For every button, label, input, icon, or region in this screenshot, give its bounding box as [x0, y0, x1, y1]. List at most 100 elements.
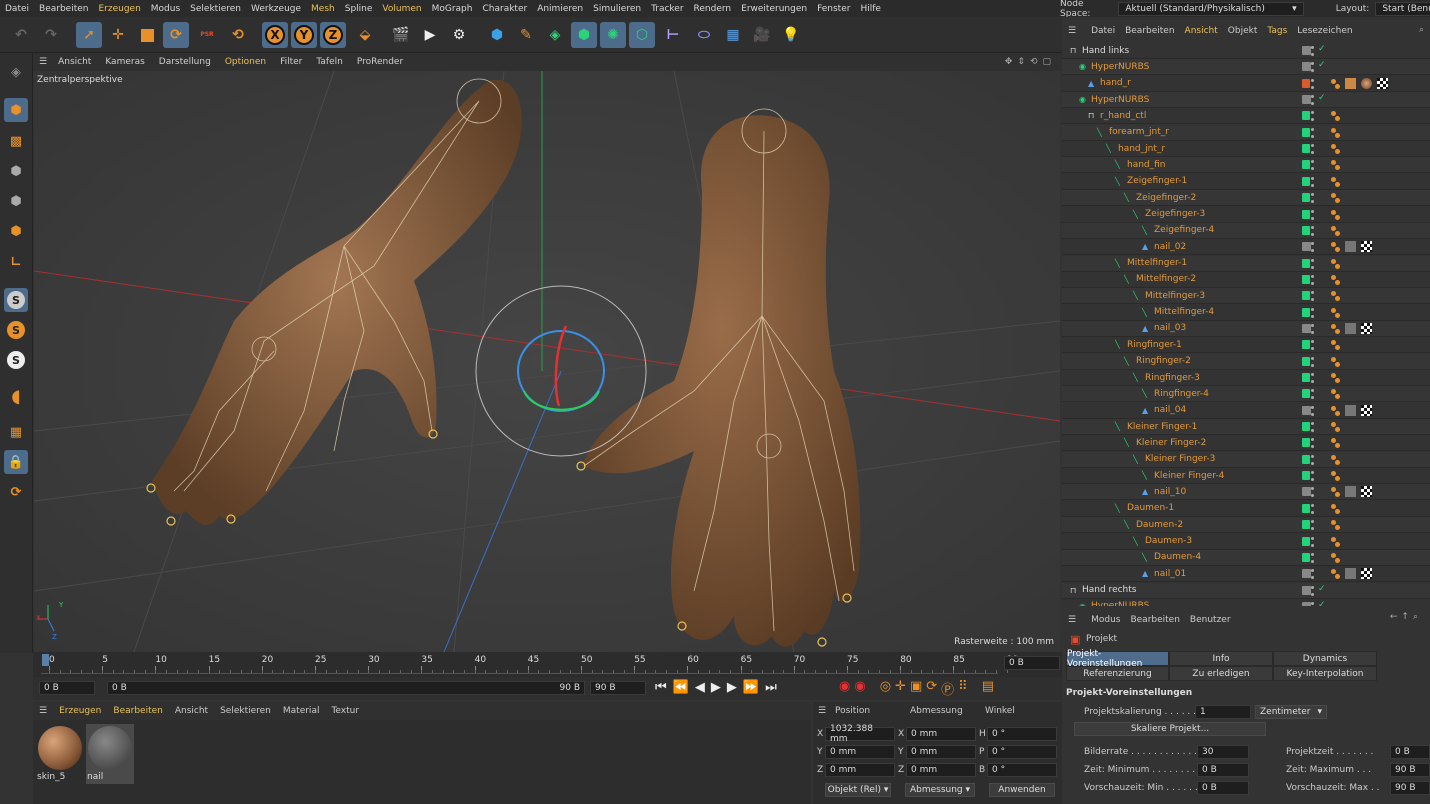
prev-key-icon[interactable]: ⏪ — [673, 680, 689, 695]
tag-dot-icon[interactable] — [1335, 181, 1340, 187]
visibility-dots-icon[interactable] — [1311, 258, 1314, 269]
rotate-tool-icon[interactable]: ⟳ — [163, 22, 189, 48]
tag-dot-icon[interactable] — [1335, 198, 1340, 204]
scale-tool-icon[interactable] — [134, 22, 160, 48]
keyframe-selection-icon[interactable]: ◎ — [880, 679, 891, 698]
preview-range-slider[interactable]: 0 B 90 B — [107, 681, 585, 695]
tag-dot-icon[interactable] — [1335, 410, 1340, 416]
viewport-menu-1[interactable]: Kameras — [98, 57, 151, 67]
object-row[interactable]: ╲ Mittelfinger-4 — [1062, 305, 1430, 321]
select-tool-icon[interactable]: ➚ — [76, 22, 102, 48]
snap-settings-icon[interactable]: S — [4, 318, 28, 342]
uvw-tag-icon[interactable] — [1361, 404, 1372, 416]
time-max-field[interactable]: 90 B — [1390, 763, 1430, 777]
fracture-icon[interactable]: ⬡ — [629, 22, 655, 48]
tag-dot-icon[interactable] — [1331, 454, 1336, 460]
menu-12[interactable]: Simulieren — [588, 4, 646, 14]
layer-color-swatch[interactable] — [1302, 307, 1310, 317]
prev-frame-icon[interactable]: ◀ — [695, 680, 705, 695]
attribute-nav-icons[interactable]: ←↑⌕ — [1390, 612, 1422, 622]
tag-dot-icon[interactable] — [1335, 459, 1340, 465]
tag-dot-icon[interactable] — [1331, 405, 1336, 411]
menu-11[interactable]: Animieren — [532, 4, 588, 14]
uvw-tag-icon[interactable] — [1361, 241, 1372, 253]
tag-dot-icon[interactable] — [1331, 225, 1336, 231]
tag-dot-icon[interactable] — [1335, 149, 1340, 155]
object-row[interactable]: ▲ hand_r — [1062, 76, 1430, 92]
edit-check-icon[interactable] — [1302, 487, 1311, 497]
layer-color-swatch[interactable] — [1302, 225, 1310, 235]
layer-color-swatch[interactable] — [1302, 340, 1310, 350]
object-row[interactable]: ╲ hand_fin — [1062, 157, 1430, 174]
visibility-dots-icon[interactable] — [1311, 78, 1314, 89]
array-generator-icon[interactable]: ⬢ — [571, 22, 597, 48]
tag-dot-icon[interactable] — [1335, 328, 1340, 334]
tag-dot-icon[interactable] — [1335, 83, 1340, 89]
project-scale-field[interactable]: 1 — [1195, 705, 1251, 719]
visibility-dots-icon[interactable] — [1311, 111, 1314, 122]
visibility-dots-icon[interactable] — [1311, 503, 1314, 514]
object-row[interactable]: ╲ Kleiner Finger-3 — [1062, 451, 1430, 468]
layer-color-swatch[interactable] — [1302, 356, 1310, 366]
tab-info[interactable]: Info — [1169, 651, 1273, 666]
floor-object-icon[interactable]: ▦ — [720, 22, 746, 48]
material-skin-5[interactable]: skin_5 — [36, 724, 84, 784]
layer-color-swatch[interactable] — [1302, 389, 1310, 399]
material-tag-icon[interactable] — [1345, 486, 1356, 498]
material-menu-1[interactable]: Bearbeiten — [107, 706, 168, 716]
cloner-icon[interactable]: ✺ — [600, 22, 626, 48]
visibility-dots-icon[interactable] — [1311, 356, 1314, 367]
play-icon[interactable]: ▶ — [711, 680, 721, 695]
tag-dot-icon[interactable] — [1335, 132, 1340, 138]
object-row[interactable]: ⊓ r_hand_ctl — [1062, 108, 1430, 125]
tag-dot-icon[interactable] — [1335, 345, 1340, 351]
tag-dot-icon[interactable] — [1331, 323, 1336, 329]
next-frame-icon[interactable]: ▶ — [727, 680, 737, 695]
object-row[interactable]: ╲ hand_jnt_r — [1062, 141, 1430, 158]
visibility-dots-icon[interactable] — [1311, 307, 1314, 318]
visibility-dots-icon[interactable] — [1311, 520, 1314, 531]
visibility-dots-icon[interactable] — [1311, 585, 1314, 596]
snap-icon[interactable]: S — [4, 288, 28, 312]
tag-dot-icon[interactable] — [1335, 214, 1340, 220]
project-time-field[interactable]: 0 B — [1390, 745, 1430, 759]
visibility-dots-icon[interactable] — [1311, 536, 1314, 547]
layer-color-swatch[interactable] — [1302, 503, 1310, 513]
object-row[interactable]: ◉ HyperNURBS ✓ — [1062, 599, 1430, 606]
layer-color-swatch[interactable] — [1302, 193, 1310, 203]
tag-dot-icon[interactable] — [1331, 127, 1336, 133]
object-row[interactable]: ╲ Zeigefinger-4 — [1062, 222, 1430, 239]
material-nail[interactable]: nail — [86, 724, 134, 784]
tab-dynamics[interactable]: Dynamics — [1273, 651, 1377, 666]
visibility-dots-icon[interactable] — [1311, 389, 1314, 400]
uvw-tag-icon[interactable] — [1361, 568, 1372, 580]
material-tag-icon[interactable] — [1345, 404, 1356, 416]
tag-dot-icon[interactable] — [1335, 508, 1340, 514]
menu-2[interactable]: Erzeugen — [93, 4, 145, 14]
object-row[interactable]: ╲ Mittelfinger-1 — [1062, 255, 1430, 272]
menu-1[interactable]: Bearbeiten — [34, 4, 93, 14]
layer-color-swatch[interactable] — [1302, 438, 1310, 448]
size-field[interactable]: 0 mm — [906, 745, 976, 759]
coord-size-mode-select[interactable]: Abmessung ▾ — [905, 783, 975, 797]
tag-dot-icon[interactable] — [1335, 279, 1340, 285]
rotation-field[interactable]: 0 ° — [987, 727, 1057, 741]
visibility-dots-icon[interactable] — [1311, 95, 1314, 106]
layer-color-swatch[interactable] — [1302, 471, 1310, 481]
tag-dot-icon[interactable] — [1335, 263, 1340, 269]
visibility-dots-icon[interactable] — [1311, 291, 1314, 302]
object-row[interactable]: ╲ Kleiner Finger-2 — [1062, 435, 1430, 452]
layer-color-swatch[interactable] — [1302, 291, 1310, 301]
visibility-dots-icon[interactable] — [1311, 438, 1314, 449]
render-view-icon[interactable]: 🎬 — [388, 22, 414, 48]
tag-dot-icon[interactable] — [1335, 361, 1340, 367]
tag-dot-icon[interactable] — [1331, 552, 1336, 558]
visibility-dots-icon[interactable] — [1311, 323, 1314, 334]
layer-color-swatch[interactable] — [1302, 111, 1310, 121]
magnet-icon[interactable]: ◖ — [4, 384, 28, 408]
edit-check-icon[interactable] — [1302, 95, 1311, 105]
tab-key-interpolation[interactable]: Key-Interpolation — [1273, 666, 1377, 681]
menu-7[interactable]: Spline — [340, 4, 378, 14]
object-menu-1[interactable]: Bearbeiten — [1120, 26, 1179, 36]
menu-5[interactable]: Werkzeuge — [246, 4, 306, 14]
